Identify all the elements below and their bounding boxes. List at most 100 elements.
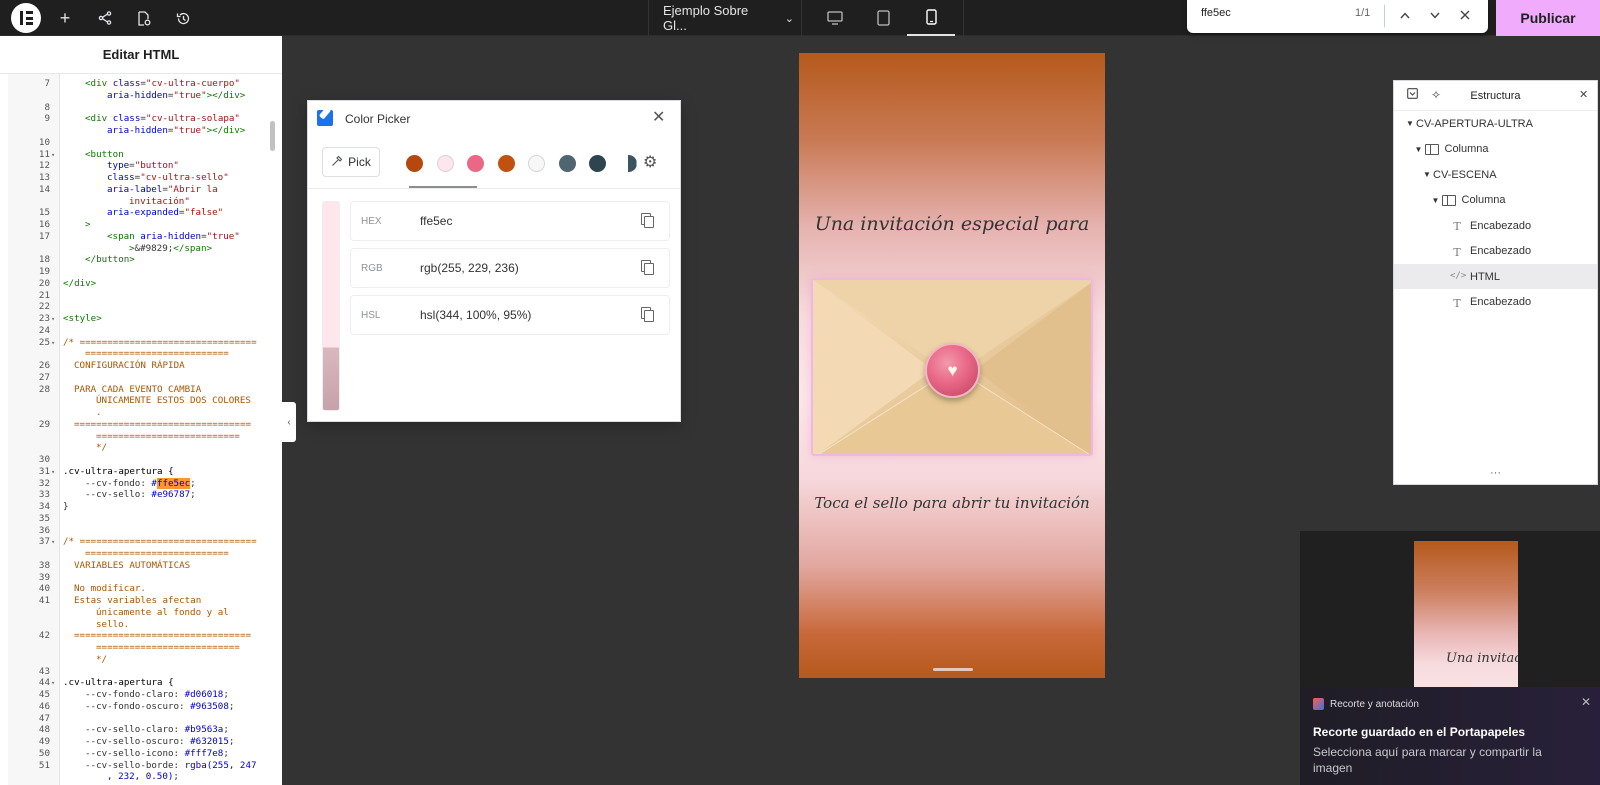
structure-item-label: CV-ESCENA [1433, 168, 1497, 181]
collapse-panel-button[interactable]: ‹ [282, 402, 296, 442]
line-number: 46 [38, 700, 50, 712]
structure-item-label: Encabezado [1470, 219, 1532, 232]
line-number: 50 [38, 747, 50, 759]
drag-handle[interactable] [933, 668, 973, 671]
color-swatch[interactable] [467, 155, 484, 172]
fold-caret-icon[interactable]: ▾ [51, 337, 55, 349]
fold-caret-icon[interactable]: ▾ [51, 149, 55, 161]
caret-down-icon[interactable]: ▼ [1415, 145, 1425, 154]
color-value-row: HSL hsl(344, 100%, 95%) [350, 295, 670, 335]
line-number: 12 [38, 160, 50, 172]
structure-nodes-icon[interactable] [94, 0, 116, 36]
structure-item-label: Columna [1461, 194, 1506, 206]
fold-caret-icon[interactable]: ▾ [51, 313, 55, 325]
snip-thumbnail[interactable]: Una invitaci [1300, 531, 1600, 687]
line-number: 48 [38, 724, 50, 736]
history-icon[interactable] [172, 0, 194, 36]
heart-icon: ♥ [947, 360, 958, 380]
close-icon[interactable]: ✕ [1581, 695, 1591, 709]
caret-down-icon[interactable]: ▼ [1432, 196, 1442, 205]
desktop-view-button[interactable] [811, 0, 859, 36]
edit-html-panel: Editar HTML 7 <div class="cv-ultra-cuerpo… [0, 36, 282, 785]
code-text: </div> [63, 277, 97, 289]
structure-item[interactable]: </> HTML [1394, 264, 1597, 289]
color-swatch[interactable] [528, 155, 545, 172]
find-next-icon[interactable] [1424, 4, 1446, 26]
line-number: 33 [38, 489, 50, 501]
copy-icon[interactable] [641, 213, 654, 228]
eyedropper-icon [331, 155, 343, 170]
document-title-dropdown[interactable]: Ejemplo Sobre Gl... ⌄ [648, 0, 794, 36]
plus-icon[interactable]: + [54, 0, 76, 36]
gear-icon[interactable]: ⚙ [643, 152, 657, 172]
dialog-title: Color Picker [345, 112, 411, 126]
scrollbar-thumb[interactable] [270, 121, 275, 151]
code-icon: </> [1450, 271, 1467, 281]
pick-button[interactable]: Pick [322, 147, 380, 177]
line-number: 27 [38, 371, 50, 383]
resize-handle-icon[interactable]: ··· [1394, 468, 1597, 479]
line-number: 28 [38, 383, 50, 395]
code-text: --cv-fondo-claro: #d06018; [85, 689, 229, 700]
code-text: VARIABLES AUTOMÁTICAS [74, 559, 191, 571]
color-swatch[interactable] [558, 155, 576, 172]
line-number: 51 [38, 759, 50, 771]
color-swatch[interactable] [406, 155, 423, 172]
structure-item[interactable]: ▼ CV-APERTURA-ULTRA [1394, 111, 1597, 136]
color-picker-dialog: Color Picker ✕ Pick ⚙ HEX ffe5ec RGB rgb(25… [307, 100, 681, 422]
publish-button[interactable]: Publicar [1496, 0, 1600, 36]
color-lightness-strip[interactable] [322, 201, 340, 411]
seal-button[interactable]: ♥ [925, 343, 980, 398]
structure-item[interactable]: T Encabezado [1394, 213, 1597, 238]
close-icon[interactable]: ✕ [1579, 88, 1588, 101]
line-number: 32 [38, 477, 50, 489]
fold-caret-icon[interactable]: ▾ [51, 466, 55, 478]
page-settings-icon[interactable] [133, 0, 155, 36]
color-value[interactable]: ffe5ec [420, 214, 452, 228]
color-swatch[interactable] [589, 155, 606, 172]
structure-item[interactable]: T Encabezado [1394, 239, 1597, 264]
code-text: sello. [96, 618, 130, 630]
heading-icon: T [1453, 220, 1461, 233]
color-swatch[interactable] [497, 155, 515, 172]
structure-item[interactable]: ▼ Columna [1394, 137, 1597, 162]
caret-down-icon[interactable]: ▼ [1406, 119, 1416, 128]
structure-item[interactable]: T Encabezado [1394, 290, 1597, 315]
code-text: } [63, 501, 69, 512]
code-text: ================================ [74, 630, 252, 642]
code-text: aria-expanded="false" [107, 207, 224, 219]
fold-caret-icon[interactable]: ▾ [51, 677, 55, 689]
column-icon [1424, 143, 1439, 155]
snip-notification[interactable]: Recorte y anotación ✕ Recorte guardado e… [1300, 687, 1600, 785]
code-text: <span aria-hidden="true" [107, 230, 240, 242]
preview-subheading: Toca el sello para abrir tu invitación [814, 494, 1090, 512]
heading-icon: T [1453, 296, 1461, 310]
caret-down-icon[interactable]: ▼ [1423, 170, 1433, 179]
code-text: --cv-sello-borde: rgba(255, 247 [85, 759, 257, 771]
copy-icon[interactable] [641, 260, 654, 275]
structure-item[interactable]: ▼ Columna [1394, 188, 1597, 213]
line-number: 16 [38, 219, 50, 230]
color-value[interactable]: rgb(255, 229, 236) [420, 261, 519, 275]
code-text: <style> [63, 313, 102, 324]
color-swatch[interactable] [628, 155, 637, 172]
elementor-logo-icon[interactable] [11, 3, 41, 33]
code-text: ================================ [74, 418, 252, 430]
tablet-view-button[interactable] [859, 0, 907, 36]
code-text: <div class="cv-ultra-cuerpo" [85, 78, 240, 89]
line-number: 19 [38, 266, 50, 277]
copy-icon[interactable] [641, 307, 654, 322]
structure-item[interactable]: ▼ CV-ESCENA [1394, 162, 1597, 187]
code-text: >&#9829;</span> [129, 242, 213, 254]
close-icon[interactable]: ✕ [652, 107, 665, 127]
color-value[interactable]: hsl(344, 100%, 95%) [420, 308, 531, 322]
fold-caret-icon[interactable]: ▾ [51, 536, 55, 548]
structure-item-label: Columna [1444, 143, 1489, 155]
find-previous-icon[interactable] [1394, 4, 1416, 26]
code-text: aria-label="Abrir la [107, 183, 218, 195]
mobile-view-button[interactable] [907, 0, 955, 36]
color-swatch[interactable] [436, 155, 454, 172]
code-editor[interactable]: 7 <div class="cv-ultra-cuerpo" aria-hidden… [8, 74, 265, 785]
find-close-icon[interactable] [1454, 4, 1476, 26]
find-input[interactable]: ffe5ec [1201, 7, 1231, 19]
